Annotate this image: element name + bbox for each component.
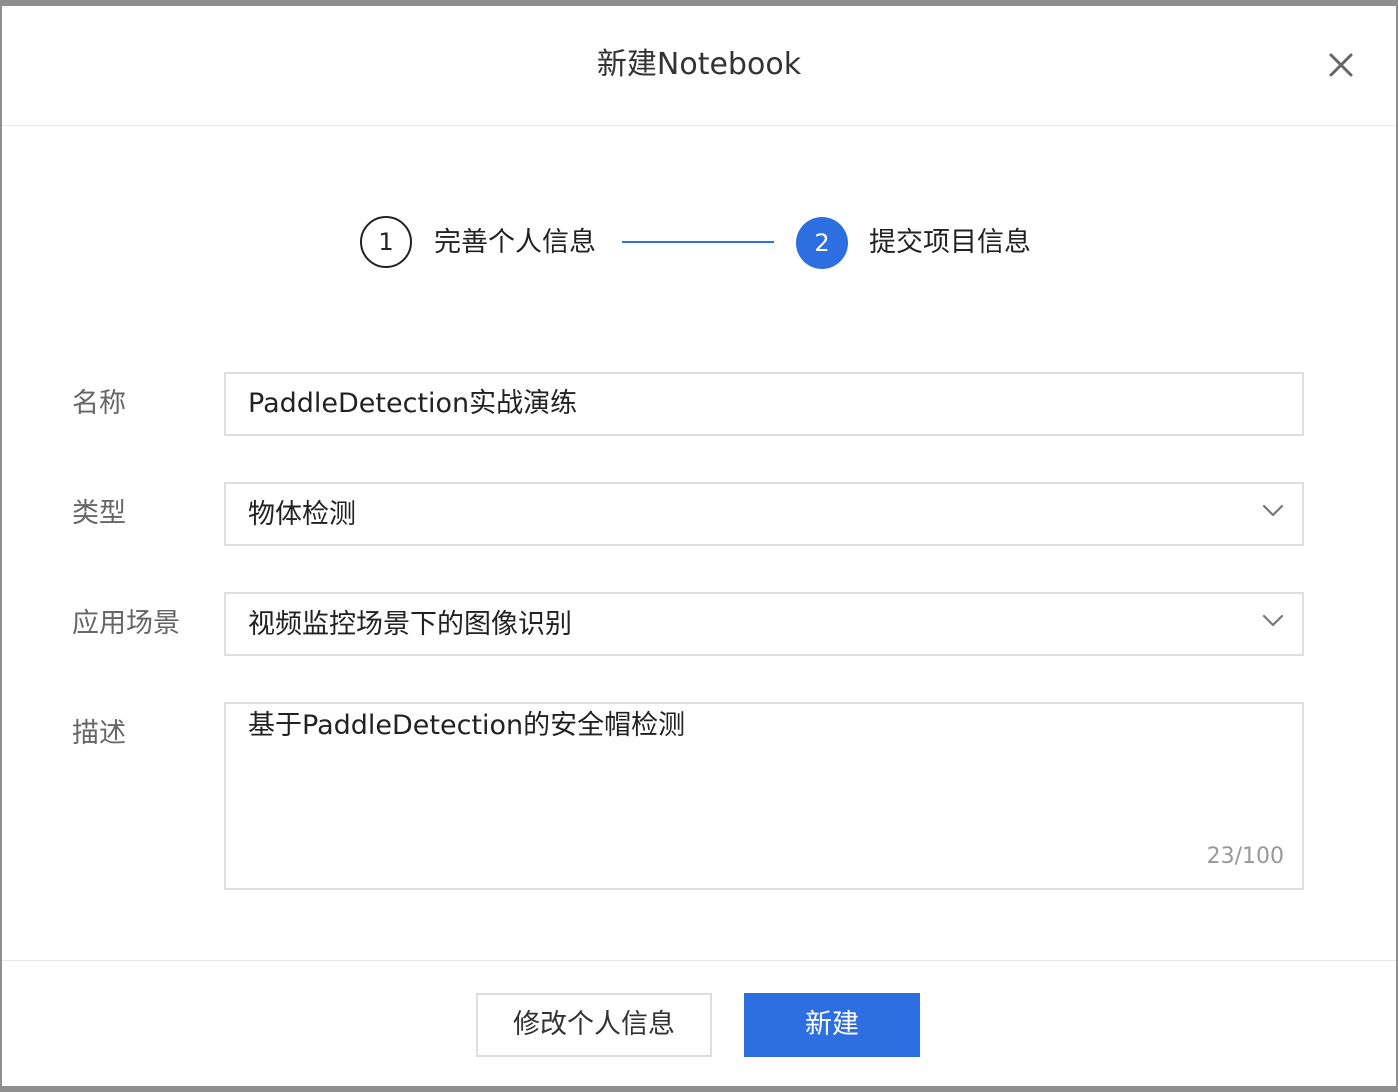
- type-select[interactable]: 物体检测: [224, 482, 1304, 546]
- chevron-down-icon: [1262, 504, 1284, 517]
- new-notebook-dialog: 新建Notebook 1 完善个人信息 2 提交项目信息 名称 PaddleDe…: [2, 6, 1396, 1086]
- character-counter: 23/100: [1206, 844, 1284, 869]
- close-icon: [1329, 53, 1353, 77]
- step-2-label: 提交项目信息: [869, 227, 1031, 258]
- step-1-label: 完善个人信息: [434, 227, 596, 258]
- description-value: 基于PaddleDetection的安全帽检测: [248, 710, 686, 741]
- scenario-value: 视频监控场景下的图像识别: [248, 609, 572, 640]
- dialog-title: 新建Notebook: [596, 47, 802, 82]
- step-2-number: 2: [796, 217, 848, 269]
- step-1-number: 1: [360, 216, 412, 268]
- type-value: 物体检测: [248, 499, 356, 530]
- name-label: 名称: [72, 388, 126, 419]
- dialog-footer: 修改个人信息 新建: [2, 960, 1396, 1087]
- close-button[interactable]: [1326, 50, 1356, 80]
- dialog-header: 新建Notebook: [2, 6, 1396, 126]
- chevron-down-icon: [1262, 614, 1284, 627]
- edit-profile-button[interactable]: 修改个人信息: [476, 993, 712, 1057]
- type-label: 类型: [72, 498, 126, 529]
- name-input[interactable]: PaddleDetection实战演练: [224, 372, 1304, 436]
- description-label: 描述: [72, 718, 126, 749]
- scenario-label: 应用场景: [72, 608, 180, 639]
- scenario-select[interactable]: 视频监控场景下的图像识别: [224, 592, 1304, 656]
- create-button[interactable]: 新建: [744, 993, 920, 1057]
- description-textarea[interactable]: 基于PaddleDetection的安全帽检测 23/100: [224, 702, 1304, 890]
- name-value: PaddleDetection实战演练: [248, 388, 578, 419]
- step-connector: [622, 241, 774, 243]
